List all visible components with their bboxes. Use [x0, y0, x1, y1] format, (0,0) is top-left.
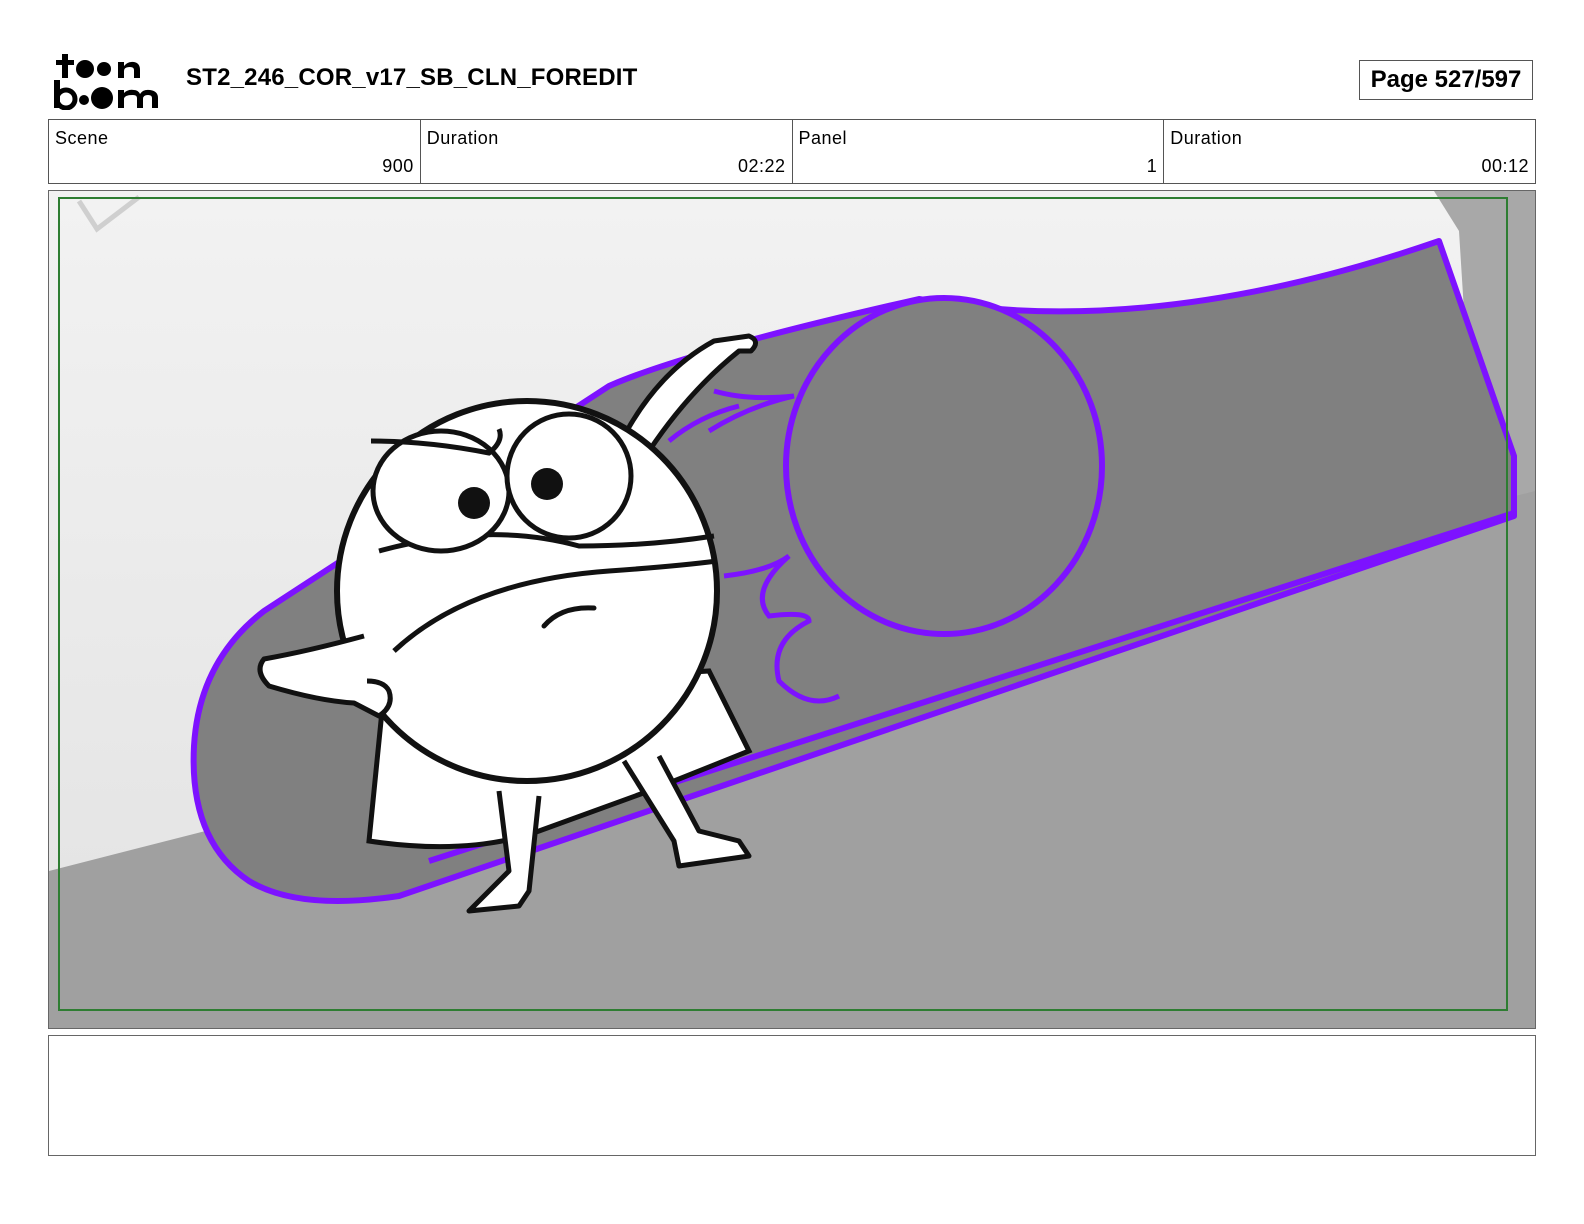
scene-info-table: Scene 900 Duration 02:22 Panel 1 Duratio… — [48, 119, 1536, 184]
scene-duration-cell: Duration 02:22 — [421, 120, 793, 183]
rolling-ball — [783, 295, 1105, 637]
character-right-eye — [504, 411, 634, 541]
toonboom-logo — [54, 54, 158, 110]
panel-drawing — [49, 191, 1535, 1028]
panel-duration-cell: Duration 00:12 — [1164, 120, 1535, 183]
panel-notes-box — [48, 1035, 1536, 1156]
scene-cell: Scene 900 — [49, 120, 421, 183]
panel-label: Panel — [798, 128, 848, 148]
panel-duration-value: 00:12 — [1481, 156, 1529, 176]
scene-duration-value: 02:22 — [737, 156, 786, 176]
character-right-pupil — [531, 468, 563, 500]
storyboard-panel — [48, 190, 1536, 1029]
panel-duration-label: Duration — [1170, 128, 1243, 148]
scene-value: 900 — [382, 156, 414, 176]
character-left-eye — [370, 428, 512, 554]
page-indicator: Page 527/597 — [1359, 60, 1533, 100]
scene-label: Scene — [55, 128, 109, 148]
character-left-pupil — [458, 487, 490, 519]
document-title: ST2_246_COR_v17_SB_CLN_FOREDIT — [186, 64, 638, 91]
scene-duration-label: Duration — [426, 128, 499, 148]
panel-cell: Panel 1 — [793, 120, 1165, 183]
panel-value: 1 — [1146, 156, 1158, 176]
